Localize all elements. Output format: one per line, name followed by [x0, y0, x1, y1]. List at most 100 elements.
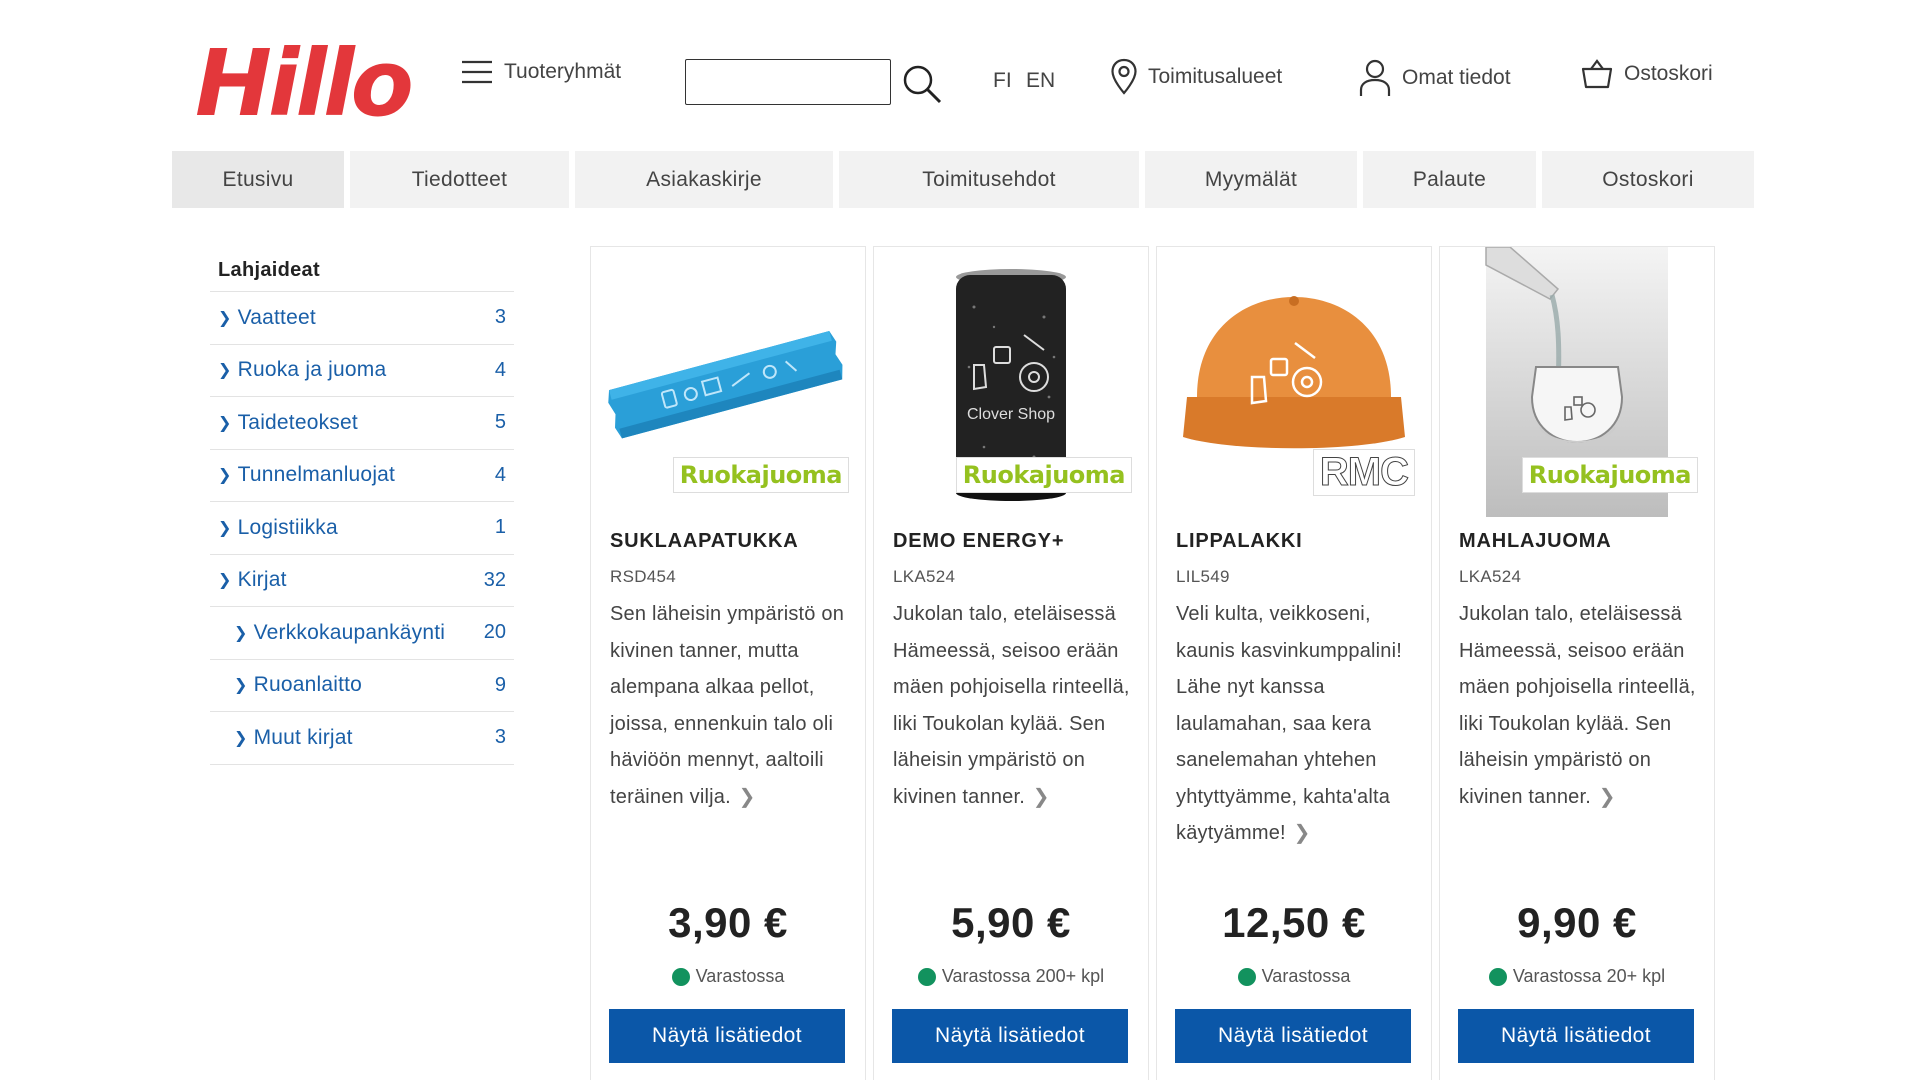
product-sku: LIL549: [1176, 567, 1230, 586]
account-label: Omat tiedot: [1402, 66, 1511, 89]
chevron-right-icon: ❯: [218, 362, 232, 380]
category-item[interactable]: ❯ Logistiikka 1: [210, 502, 514, 555]
product-title[interactable]: LIPPALAKKI: [1176, 530, 1303, 553]
language-en-link[interactable]: EN: [1026, 69, 1055, 93]
chevron-right-icon: ❯: [218, 519, 232, 537]
category-label: Muut kirjat: [253, 725, 353, 749]
tab-asiakaskirje[interactable]: Asiakaskirje: [575, 151, 833, 208]
tab-etusivu[interactable]: Etusivu: [172, 151, 344, 208]
brand-badge: Ruokajuoma: [955, 457, 1132, 493]
search-icon: [900, 65, 944, 110]
product-sku: LKA524: [893, 567, 956, 586]
tab-palaute[interactable]: Palaute: [1363, 151, 1536, 208]
category-count: 5: [494, 411, 506, 434]
chevron-right-icon: ❯: [234, 677, 248, 695]
product-card: Ruokajuoma MAHLAJUOMA LKA524 Jukolan tal…: [1439, 246, 1715, 1080]
category-label: Kirjat: [237, 568, 287, 592]
chevron-right-icon[interactable]: ❯: [1027, 786, 1050, 808]
sidebar-title: Lahjaideat: [210, 252, 514, 292]
category-label: Verkkokaupankäynti: [253, 620, 446, 644]
chevron-right-icon: ❯: [234, 729, 248, 747]
chevron-right-icon: ❯: [234, 624, 248, 642]
category-label: Ruoanlaitto: [253, 673, 363, 697]
stock-status: Varastossa 200+ kpl: [874, 966, 1148, 987]
product-price: 3,90 €: [668, 899, 788, 946]
tab-tiedotteet[interactable]: Tiedotteet: [350, 151, 569, 208]
category-item[interactable]: ❯ Vaatteet 3: [210, 292, 514, 345]
product-description: Sen läheisin ympäristö on kivinen tanner…: [610, 596, 855, 815]
tab-myymalat[interactable]: Myymälät: [1145, 151, 1357, 208]
product-sku: LKA524: [1459, 567, 1522, 586]
subcategory-item[interactable]: ❯ Verkkokaupankäynti 20: [210, 607, 514, 660]
category-label: Logistiikka: [237, 515, 338, 539]
subcategory-item[interactable]: ❯ Muut kirjat 3: [210, 712, 514, 765]
stock-label: Varastossa: [695, 966, 785, 986]
category-item[interactable]: ❯ Tunnelmanluojat 4: [210, 450, 514, 502]
product-title[interactable]: SUKLAAPATUKKA: [610, 530, 799, 553]
description-text: Jukolan talo, eteläisessä Hämeessä, seis…: [1459, 603, 1696, 808]
tab-ostoskori[interactable]: Ostoskori: [1542, 151, 1754, 208]
cart-label: Ostoskori: [1624, 62, 1713, 85]
category-count: 1: [494, 516, 506, 539]
search-button[interactable]: [900, 62, 944, 106]
show-details-button[interactable]: Näytä lisätiedot: [1175, 1009, 1411, 1063]
category-item[interactable]: ❯ Kirjat 32: [210, 555, 514, 607]
basket-icon: [1580, 58, 1614, 90]
product-card: RMC LIPPALAKKI LIL549 Veli kulta, veikko…: [1156, 246, 1432, 1080]
chevron-right-icon[interactable]: ❯: [1288, 822, 1311, 844]
category-count: 4: [494, 463, 506, 486]
category-item[interactable]: ❯ Taideteokset 5: [210, 397, 514, 450]
hillo-logo[interactable]: Hillo: [195, 38, 414, 130]
category-count: 9: [494, 673, 506, 696]
can-print-text: Clover Shop: [967, 406, 1055, 423]
product-card: Clover Shop Ruokajuoma DEMO ENERGY+ LKA5…: [873, 246, 1149, 1080]
location-pin-icon: [1110, 58, 1138, 96]
chevron-right-icon: ❯: [218, 467, 232, 485]
search-input[interactable]: [685, 59, 891, 105]
description-text: Veli kulta, veikkoseni, kaunis kasvinkum…: [1176, 603, 1403, 844]
chevron-right-icon: ❯: [218, 309, 232, 327]
product-description: Jukolan talo, eteläisessä Hämeessä, seis…: [893, 596, 1138, 815]
chevron-right-icon: ❯: [218, 572, 232, 590]
category-count: 32: [483, 568, 506, 591]
main-navigation: Etusivu Tiedotteet Asiakaskirje Toimitus…: [172, 151, 1754, 208]
description-text: Sen läheisin ympäristö on kivinen tanner…: [610, 603, 845, 808]
category-count: 3: [494, 306, 506, 329]
product-title[interactable]: MAHLAJUOMA: [1459, 530, 1611, 553]
chevron-right-icon[interactable]: ❯: [733, 786, 756, 808]
stock-status: Varastossa: [1157, 966, 1431, 987]
chevron-right-icon: ❯: [218, 414, 232, 432]
category-label: Vaatteet: [237, 305, 316, 329]
chevron-right-icon[interactable]: ❯: [1593, 786, 1616, 808]
show-details-button[interactable]: Näytä lisätiedot: [609, 1009, 845, 1063]
hamburger-menu-icon: [460, 58, 494, 86]
tab-toimitusehdot[interactable]: Toimitusehdot: [839, 151, 1139, 208]
description-text: Jukolan talo, eteläisessä Hämeessä, seis…: [893, 603, 1130, 808]
subcategory-item[interactable]: ❯ Ruoanlaitto 9: [210, 660, 514, 712]
language-fi-link[interactable]: FI: [993, 69, 1012, 93]
stock-label: Varastossa 200+ kpl: [941, 966, 1105, 986]
product-sku: RSD454: [610, 567, 677, 586]
account-link[interactable]: Omat tiedot: [1358, 58, 1511, 98]
category-item[interactable]: ❯ Ruoka ja juoma 4: [210, 345, 514, 397]
product-price: 5,90 €: [951, 899, 1071, 946]
brand-badge: Ruokajuoma: [1521, 457, 1698, 493]
delivery-areas-link[interactable]: Toimitusalueet: [1110, 58, 1282, 96]
category-label: Tunnelmanluojat: [237, 463, 396, 487]
product-price: 12,50 €: [1222, 899, 1366, 946]
category-label: Taideteokset: [237, 410, 358, 434]
delivery-areas-label: Toimitusalueet: [1148, 65, 1283, 88]
product-card: Ruokajuoma SUKLAAPATUKKA RSD454 Sen lähe…: [590, 246, 866, 1080]
show-details-button[interactable]: Näytä lisätiedot: [892, 1009, 1128, 1063]
in-stock-dot-icon: [917, 967, 936, 986]
stock-label: Varastossa: [1261, 966, 1351, 986]
product-groups-label: Tuoteryhmät: [504, 60, 622, 83]
category-label: Ruoka ja juoma: [237, 358, 387, 382]
product-price: 9,90 €: [1517, 899, 1637, 946]
product-groups-menu-button[interactable]: Tuoteryhmät: [460, 58, 621, 86]
category-sidebar: Lahjaideat ❯ Vaatteet 3 ❯ Ruoka ja juoma 4…: [210, 252, 514, 765]
cart-link[interactable]: Ostoskori: [1580, 58, 1713, 90]
category-count: 4: [494, 358, 506, 381]
show-details-button[interactable]: Näytä lisätiedot: [1458, 1009, 1694, 1063]
product-title[interactable]: DEMO ENERGY+: [893, 530, 1064, 553]
